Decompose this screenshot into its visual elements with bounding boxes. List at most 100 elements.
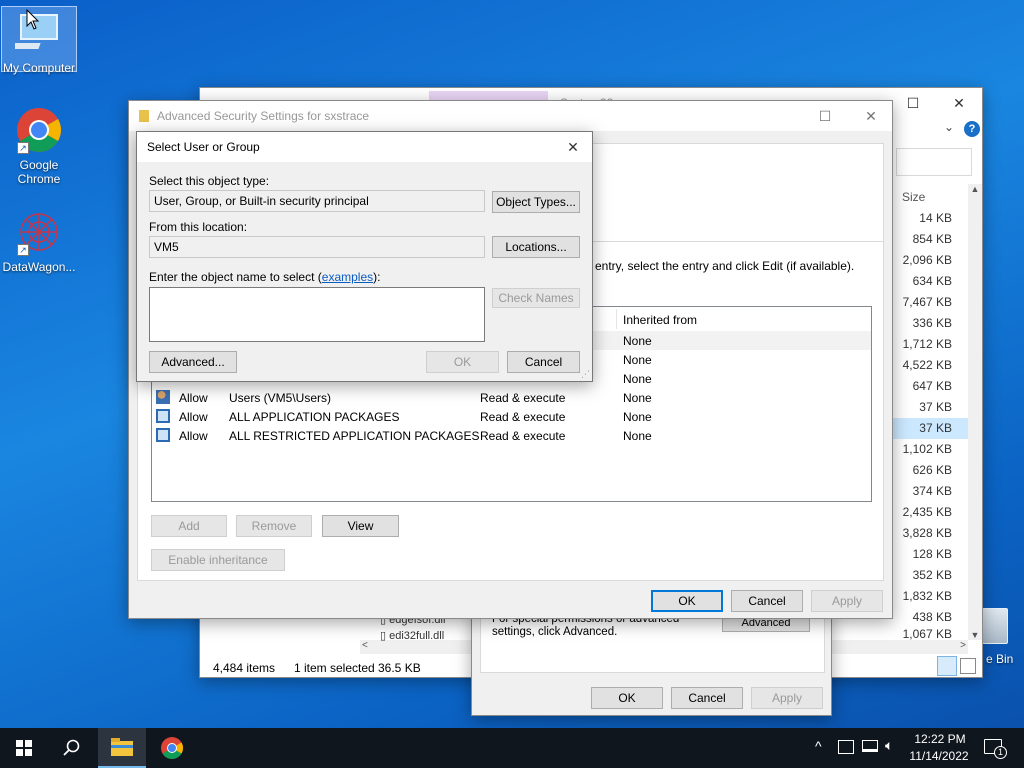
window-title: Advanced Security Settings for sxstrace (157, 109, 370, 123)
remove-button[interactable]: Remove (236, 515, 312, 537)
desktop-icon-label: e Bin (986, 652, 1014, 666)
scroll-right-icon[interactable]: > (960, 640, 966, 651)
clock-date[interactable]: 11/14/2022 (906, 749, 972, 763)
scroll-up-icon[interactable]: ▲ (968, 184, 982, 194)
size-cell: 14 KB (919, 211, 952, 225)
adv-close-button[interactable]: ✕ (848, 101, 894, 131)
row-principal: ALL APPLICATION PACKAGES (229, 410, 400, 424)
column-header-size[interactable]: Size (902, 190, 925, 204)
file-row-partial[interactable]: ▯ edi32full.dll (380, 629, 444, 642)
size-cell: 7,467 KB (902, 295, 952, 309)
adv-cancel-button[interactable]: Cancel (731, 590, 803, 612)
size-cell: 1,067 KB (902, 628, 952, 640)
size-cell: 336 KB (912, 316, 952, 330)
start-button[interactable] (0, 728, 48, 768)
desktop-icon-datawagon[interactable]: ↗ DataWagon... (1, 206, 77, 274)
row-access: Read & execute (480, 410, 566, 424)
column-header-inherited[interactable]: Inherited from (623, 313, 697, 327)
explorer-vertical-scrollbar[interactable]: ▲ ▼ (968, 184, 982, 640)
object-type-field: User, Group, or Built-in security princi… (149, 190, 485, 212)
object-name-label-text: Enter the object name to select ( (149, 270, 322, 284)
resize-grip-icon[interactable]: ⋰ (581, 370, 590, 379)
clock-time[interactable]: 12:22 PM (914, 732, 966, 746)
add-button[interactable]: Add (151, 515, 227, 537)
select-user-dialog[interactable]: Select User or Group ✕ Select this objec… (136, 131, 593, 382)
size-cell: 438 KB (912, 610, 952, 624)
examples-link[interactable]: examples (322, 270, 373, 284)
desktop-icon-google-chrome[interactable]: ↗ Google Chrome (1, 104, 77, 186)
size-column: 14 KB 854 KB 2,096 KB 634 KB 7,467 KB 33… (888, 208, 968, 652)
row-access: Read & execute (480, 429, 566, 443)
select-user-close-button[interactable]: ✕ (554, 132, 592, 162)
explorer-close-button[interactable]: ✕ (936, 88, 982, 118)
shortcut-arrow-icon: ↗ (17, 244, 29, 256)
properties-window[interactable]: For special permissions or advanced sett… (471, 608, 832, 716)
row-principal: ALL RESTRICTED APPLICATION PACKAGES (229, 429, 480, 443)
dialog-advanced-button[interactable]: Advanced... (149, 351, 237, 373)
enable-inheritance-button[interactable]: Enable inheritance (151, 549, 285, 571)
adv-apply-button[interactable]: Apply (811, 590, 883, 612)
show-hidden-icons-chevron-icon[interactable]: ^ (815, 738, 822, 754)
datawagon-icon: ↗ (15, 208, 63, 256)
properties-ok-button[interactable]: OK (591, 687, 663, 709)
permission-row[interactable]: Allow ALL RESTRICTED APPLICATION PACKAGE… (152, 426, 871, 445)
scroll-left-icon[interactable]: < (362, 640, 368, 651)
adv-instructions: entry, select the entry and click Edit (… (595, 259, 855, 273)
adv-maximize-button[interactable]: ☐ (802, 101, 848, 131)
taskbar-chrome[interactable] (148, 728, 196, 768)
users-group-icon (156, 390, 170, 404)
permission-row[interactable]: Allow ALL APPLICATION PACKAGES Read & ex… (152, 407, 871, 426)
details-view-icon[interactable] (937, 656, 957, 676)
volume-tray-icon[interactable]: 🔈︎ (885, 737, 893, 754)
dialog-title: Select User or Group (147, 140, 260, 154)
object-name-input[interactable] (149, 287, 485, 342)
size-cell: 3,828 KB (902, 526, 952, 540)
app-packages-icon (156, 409, 170, 423)
help-icon[interactable]: ? (964, 121, 980, 137)
object-type-label: Select this object type: (149, 174, 270, 188)
explorer-expand-ribbon-icon[interactable]: ⌄ (944, 120, 954, 134)
object-name-label: Enter the object name to select (example… (149, 270, 380, 284)
desktop-icon-label: DataWagon... (2, 260, 76, 274)
mouse-cursor-icon (26, 9, 40, 30)
dialog-cancel-button[interactable]: Cancel (507, 351, 580, 373)
row-type: Allow (179, 429, 208, 443)
size-cell: 1,832 KB (902, 589, 952, 603)
explorer-search-box[interactable] (896, 148, 972, 176)
large-icons-view-icon[interactable] (960, 658, 976, 674)
locations-button[interactable]: Locations... (492, 236, 580, 258)
size-cell: 374 KB (912, 484, 952, 498)
explorer-maximize-button[interactable]: ☐ (890, 88, 936, 118)
size-cell: 634 KB (912, 274, 952, 288)
taskbar: ^ 🔈︎ 12:22 PM 11/14/2022 1 (0, 728, 1024, 768)
taskbar-file-explorer[interactable] (98, 728, 146, 768)
dll-file-icon: ▯ (380, 630, 387, 642)
properties-apply-button[interactable]: Apply (751, 687, 823, 709)
row-inherited: None (623, 391, 652, 405)
permission-row[interactable]: Allow Users (VM5\Users) Read & execute N… (152, 388, 871, 407)
row-principal: Users (VM5\Users) (229, 391, 332, 405)
search-button[interactable] (48, 728, 96, 768)
security-tray-icon[interactable] (838, 740, 854, 754)
row-inherited: None (623, 372, 652, 386)
network-tray-icon[interactable] (862, 740, 878, 752)
status-selected: 1 item selected (294, 661, 375, 675)
row-inherited: None (623, 410, 652, 424)
status-item-count: 4,484 items (213, 661, 276, 675)
app-packages-icon (156, 428, 170, 442)
size-cell: 2,096 KB (902, 253, 952, 267)
adv-ok-button[interactable]: OK (651, 590, 723, 612)
recycle-bin-icon (982, 608, 1008, 644)
desktop-icon-label: My Computer (2, 61, 76, 75)
dialog-ok-button[interactable]: OK (426, 351, 499, 373)
status-size: 36.5 KB (378, 661, 421, 675)
select-user-titlebar[interactable]: Select User or Group (137, 132, 592, 162)
size-cell-selected: 37 KB (888, 418, 968, 439)
object-types-button[interactable]: Object Types... (492, 191, 580, 213)
view-button[interactable]: View (322, 515, 399, 537)
scroll-down-icon[interactable]: ▼ (968, 630, 982, 640)
advanced-security-titlebar[interactable]: Advanced Security Settings for sxstrace (129, 101, 892, 131)
row-inherited: None (623, 334, 652, 348)
check-names-button[interactable]: Check Names (492, 288, 580, 308)
properties-cancel-button[interactable]: Cancel (671, 687, 743, 709)
